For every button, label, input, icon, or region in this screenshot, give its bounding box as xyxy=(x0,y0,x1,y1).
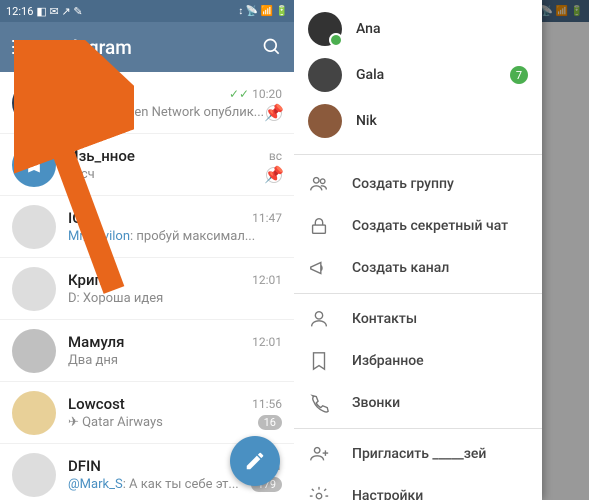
hamburger-menu-icon[interactable] xyxy=(12,40,32,54)
account-avatar xyxy=(308,12,342,46)
chat-item[interactable]: Lowcost 11:56 ✈ Qatar Airways 16 xyxy=(0,382,294,444)
chat-item[interactable]: Крипто 12:01 D: Хороша идея xyxy=(0,258,294,320)
screenshot-left: 12:16◧ ✉ ↗ ✎ ↕ 📡 📶 🔋 Telegram об ✓✓10:20 e… xyxy=(0,0,294,500)
chat-name: Lowcost xyxy=(68,395,125,413)
menu-label: Избранное xyxy=(352,353,424,369)
account-avatar xyxy=(308,104,342,138)
chat-item[interactable]: Мамуля 12:01 Два дня xyxy=(0,320,294,382)
chat-preview: л/сч xyxy=(68,167,266,182)
app-title: Telegram xyxy=(52,36,262,59)
menu-item-adduser[interactable]: Пригласить _____зей xyxy=(294,433,542,475)
chat-time: 11:47 xyxy=(252,211,282,225)
chat-name: Мамуля xyxy=(68,333,124,351)
menu-label: Создать секретный чат xyxy=(352,218,508,234)
chat-time: вс xyxy=(269,149,282,163)
divider xyxy=(294,293,542,294)
account-name: Gala xyxy=(356,67,510,83)
group-icon xyxy=(308,173,330,195)
unread-badge: 16 xyxy=(258,415,282,430)
menu-item-megaphone[interactable]: Создать канал xyxy=(294,247,542,289)
contacts-icon xyxy=(308,308,330,330)
account-name: Ana xyxy=(356,21,528,37)
chat-preview: Mr_vavilon: пробуй максимал... xyxy=(68,229,282,244)
new-message-fab[interactable] xyxy=(230,436,280,486)
status-time: 12:16 xyxy=(6,5,33,18)
menu-label: Настройки xyxy=(352,488,423,500)
menu-label: Пригласить _____зей xyxy=(352,446,486,462)
chat-avatar xyxy=(12,205,56,249)
lock-icon xyxy=(308,215,330,237)
divider xyxy=(294,154,542,155)
chat-time: 11:56 xyxy=(252,397,282,411)
divider xyxy=(294,428,542,429)
account-name: Nik xyxy=(356,113,528,129)
chat-avatar xyxy=(12,453,56,497)
chat-preview: @Mark_S: А как ты себе эт... xyxy=(68,477,247,492)
drawer-menu: Создать группу Создать секретный чат Созда… xyxy=(294,159,542,500)
chat-item[interactable]: Изь_нное всл/сч📌 xyxy=(0,134,294,196)
chat-avatar xyxy=(12,143,56,187)
menu-item-bookmark[interactable]: Избранное xyxy=(294,340,542,382)
chat-preview: Два дня xyxy=(68,353,282,368)
menu-item-group[interactable]: Создать группу xyxy=(294,163,542,205)
menu-label: Контакты xyxy=(352,311,417,327)
menu-item-lock[interactable]: Создать секретный чат xyxy=(294,205,542,247)
gear-icon xyxy=(308,485,330,500)
menu-item-phone[interactable]: Звонки xyxy=(294,382,542,424)
screenshot-right: 12:16◧ ✉ ↗ ✎ ↕ 📡 📶 🔋 AnaGala7Nik Создать… xyxy=(294,0,589,500)
phone-icon xyxy=(308,392,330,414)
chat-name: Изь_нное xyxy=(68,147,135,165)
search-icon[interactable] xyxy=(262,37,282,57)
chat-time: ✓✓10:20 xyxy=(229,87,282,101)
status-bar: 12:16◧ ✉ ↗ ✎ ↕ 📡 📶 🔋 xyxy=(0,0,294,22)
drawer-scrim[interactable] xyxy=(542,0,589,500)
account-item[interactable]: Nik xyxy=(294,98,542,144)
account-avatar xyxy=(308,58,342,92)
navigation-drawer: Ana Gala7 Nik Создать группу Создать секрет… xyxy=(294,0,542,500)
read-checks-icon: ✓✓ xyxy=(229,87,249,101)
chat-name: Крипто xyxy=(68,271,119,289)
account-item[interactable]: Gala7 xyxy=(294,52,542,98)
account-badge: 7 xyxy=(510,66,528,84)
menu-label: Звонки xyxy=(352,395,400,411)
chat-name: DFIN xyxy=(68,457,101,475)
megaphone-icon xyxy=(308,257,330,279)
chat-item[interactable]: ICO 11:47 Mr_vavilon: пробуй максимал... xyxy=(0,196,294,258)
chat-preview: elegram Open Network опублик... xyxy=(68,105,266,120)
chat-avatar xyxy=(12,329,56,373)
chat-item[interactable]: об ✓✓10:20 elegram Open Network опублик...… xyxy=(0,72,294,134)
chat-name: ICO xyxy=(68,209,92,227)
bookmark-icon xyxy=(308,350,330,372)
chat-name: об xyxy=(68,85,85,103)
chat-avatar xyxy=(12,81,56,125)
chat-time: 12:01 xyxy=(252,335,282,349)
menu-item-gear[interactable]: Настройки xyxy=(294,475,542,500)
chat-avatar xyxy=(12,267,56,311)
adduser-icon xyxy=(308,443,330,465)
chat-preview: D: Хороша идея xyxy=(68,291,282,306)
pin-icon: 📌 xyxy=(266,167,282,183)
menu-item-contacts[interactable]: Контакты xyxy=(294,298,542,340)
chat-avatar xyxy=(12,391,56,435)
chat-time: 12:01 xyxy=(252,273,282,287)
account-list: Ana Gala7 Nik xyxy=(294,0,542,150)
drawer-overlay: Ana Gala7 Nik Создать группу Создать секрет… xyxy=(294,0,589,500)
menu-label: Создать группу xyxy=(352,176,454,192)
menu-label: Создать канал xyxy=(352,260,449,276)
chat-preview: ✈ Qatar Airways xyxy=(68,415,254,430)
app-header: Telegram xyxy=(0,22,294,72)
pin-icon: 📌 xyxy=(266,105,282,121)
account-item[interactable]: Ana xyxy=(294,6,542,52)
